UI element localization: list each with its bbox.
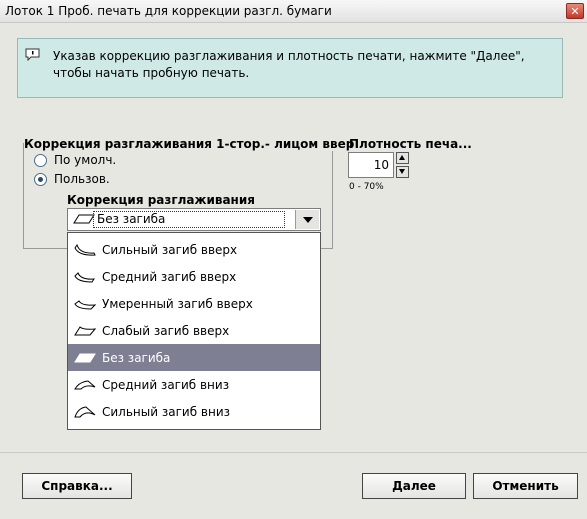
curl-up-weak-icon <box>74 325 96 335</box>
combo-value: Без загиба <box>93 211 285 228</box>
info-text-line-1: Указав коррекцию разглаживания и плотнос… <box>53 49 525 63</box>
correction-dropdown-list[interactable]: Сильный загиб вверх Средний загиб вверх … <box>67 232 321 430</box>
footer-separator <box>0 452 587 453</box>
density-spinner[interactable]: 10 <box>348 152 410 178</box>
help-button[interactable]: Справка... <box>22 473 132 499</box>
info-panel: Указав коррекцию разглаживания и плотнос… <box>17 38 563 98</box>
dropdown-item-label: Умеренный загиб вверх <box>102 296 253 311</box>
curl-down-medium-icon <box>74 379 96 389</box>
dropdown-item-label: Сильный загиб вверх <box>102 242 238 257</box>
speech-bubble-icon <box>25 48 40 61</box>
close-button[interactable]: ✕ <box>566 3 584 19</box>
dropdown-item-label: Средний загиб вниз <box>102 377 230 392</box>
flat-sheet-icon <box>74 353 96 362</box>
combo-dropdown-button[interactable] <box>295 210 319 229</box>
density-decrement-button[interactable] <box>396 166 409 178</box>
info-text: Указав коррекцию разглаживания и плотнос… <box>53 48 553 82</box>
dropdown-item-label: Сильный загиб вниз <box>102 404 231 419</box>
window-title: Лоток 1 Проб. печать для коррекции разгл… <box>5 4 332 18</box>
curl-up-strong-icon <box>74 243 96 256</box>
curl-down-strong-icon <box>74 405 96 417</box>
dropdown-item-flat[interactable]: Без загиба <box>68 344 320 371</box>
dropdown-item-label: Слабый загиб вверх <box>102 323 230 338</box>
density-input[interactable]: 10 <box>348 152 394 178</box>
cancel-button[interactable]: Отменить <box>473 473 578 499</box>
correction-group-title: Коррекция разглаживания 1-стор.- лицом в… <box>24 137 357 151</box>
dropdown-item-label: Средний загиб вверх <box>102 269 237 284</box>
radio-default-label: По умолч. <box>54 153 117 167</box>
dropdown-item-moderate-up[interactable]: Умеренный загиб вверх <box>68 290 320 317</box>
density-range: 0 - 70% <box>349 182 384 192</box>
radio-custom-label: Пользов. <box>54 172 110 186</box>
radio-custom[interactable]: Пользов. <box>34 172 110 186</box>
info-text-line-2: чтобы начать пробную печать. <box>53 66 250 80</box>
density-title: Плотность печа... <box>349 137 472 151</box>
next-button[interactable]: Далее <box>362 473 466 499</box>
radio-default[interactable]: По умолч. <box>34 153 116 167</box>
curl-up-moderate-icon <box>74 299 96 310</box>
flat-sheet-icon <box>73 214 95 224</box>
radio-default-indicator[interactable] <box>34 153 47 167</box>
dropdown-item-strong-down[interactable]: Сильный загиб вниз <box>68 398 320 425</box>
density-increment-button[interactable] <box>396 152 409 164</box>
curl-up-medium-icon <box>74 271 95 283</box>
correction-combo[interactable]: Без загиба <box>67 208 321 231</box>
title-bar: Лоток 1 Проб. печать для коррекции разгл… <box>0 0 587 23</box>
radio-custom-indicator[interactable] <box>34 172 47 186</box>
dropdown-item-label: Без загиба <box>102 350 171 365</box>
dropdown-item-strong-up[interactable]: Сильный загиб вверх <box>68 236 320 263</box>
dropdown-item-weak-up[interactable]: Слабый загиб вверх <box>68 317 320 344</box>
dropdown-item-medium-up[interactable]: Средний загиб вверх <box>68 263 320 290</box>
dropdown-item-medium-down[interactable]: Средний загиб вниз <box>68 371 320 398</box>
combo-label: Коррекция разглаживания <box>67 193 255 207</box>
